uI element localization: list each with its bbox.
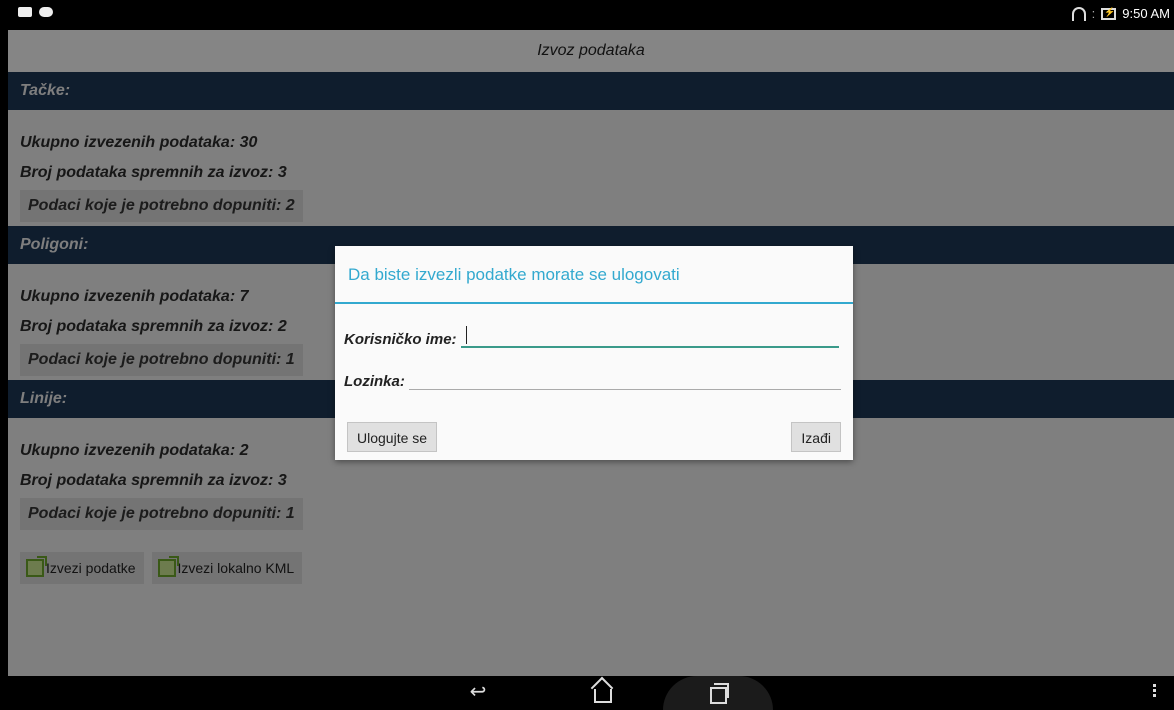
- game-controller-icon: [39, 7, 53, 17]
- recent-apps-icon[interactable]: [703, 681, 733, 709]
- password-field[interactable]: [408, 368, 841, 390]
- dialog-title: Da biste izvezli podatke morate se ulogo…: [335, 246, 853, 304]
- login-button[interactable]: Ulogujte se: [347, 422, 438, 452]
- back-icon[interactable]: ↩: [463, 681, 493, 703]
- overflow-menu-icon[interactable]: [1153, 684, 1156, 699]
- password-label: Lozinka:: [344, 373, 405, 390]
- home-icon[interactable]: [588, 681, 618, 708]
- text-cursor: [465, 326, 467, 344]
- gallery-icon: [18, 7, 32, 17]
- battery-charging-icon: [1101, 7, 1117, 20]
- wifi-icon: [1071, 6, 1086, 21]
- exit-button[interactable]: Izađi: [791, 422, 841, 452]
- status-time: 9:50 AM: [1122, 6, 1170, 21]
- login-dialog: Da biste izvezli podatke morate se ulogo…: [335, 246, 853, 460]
- password-row: Lozinka:: [344, 368, 841, 390]
- username-row: Korisničko ime:: [344, 326, 839, 348]
- status-bar: : 9:50 AM: [8, 0, 1174, 30]
- username-label: Korisničko ime:: [344, 331, 457, 348]
- username-field[interactable]: [460, 326, 839, 348]
- navigation-bar: ↩: [8, 676, 1174, 710]
